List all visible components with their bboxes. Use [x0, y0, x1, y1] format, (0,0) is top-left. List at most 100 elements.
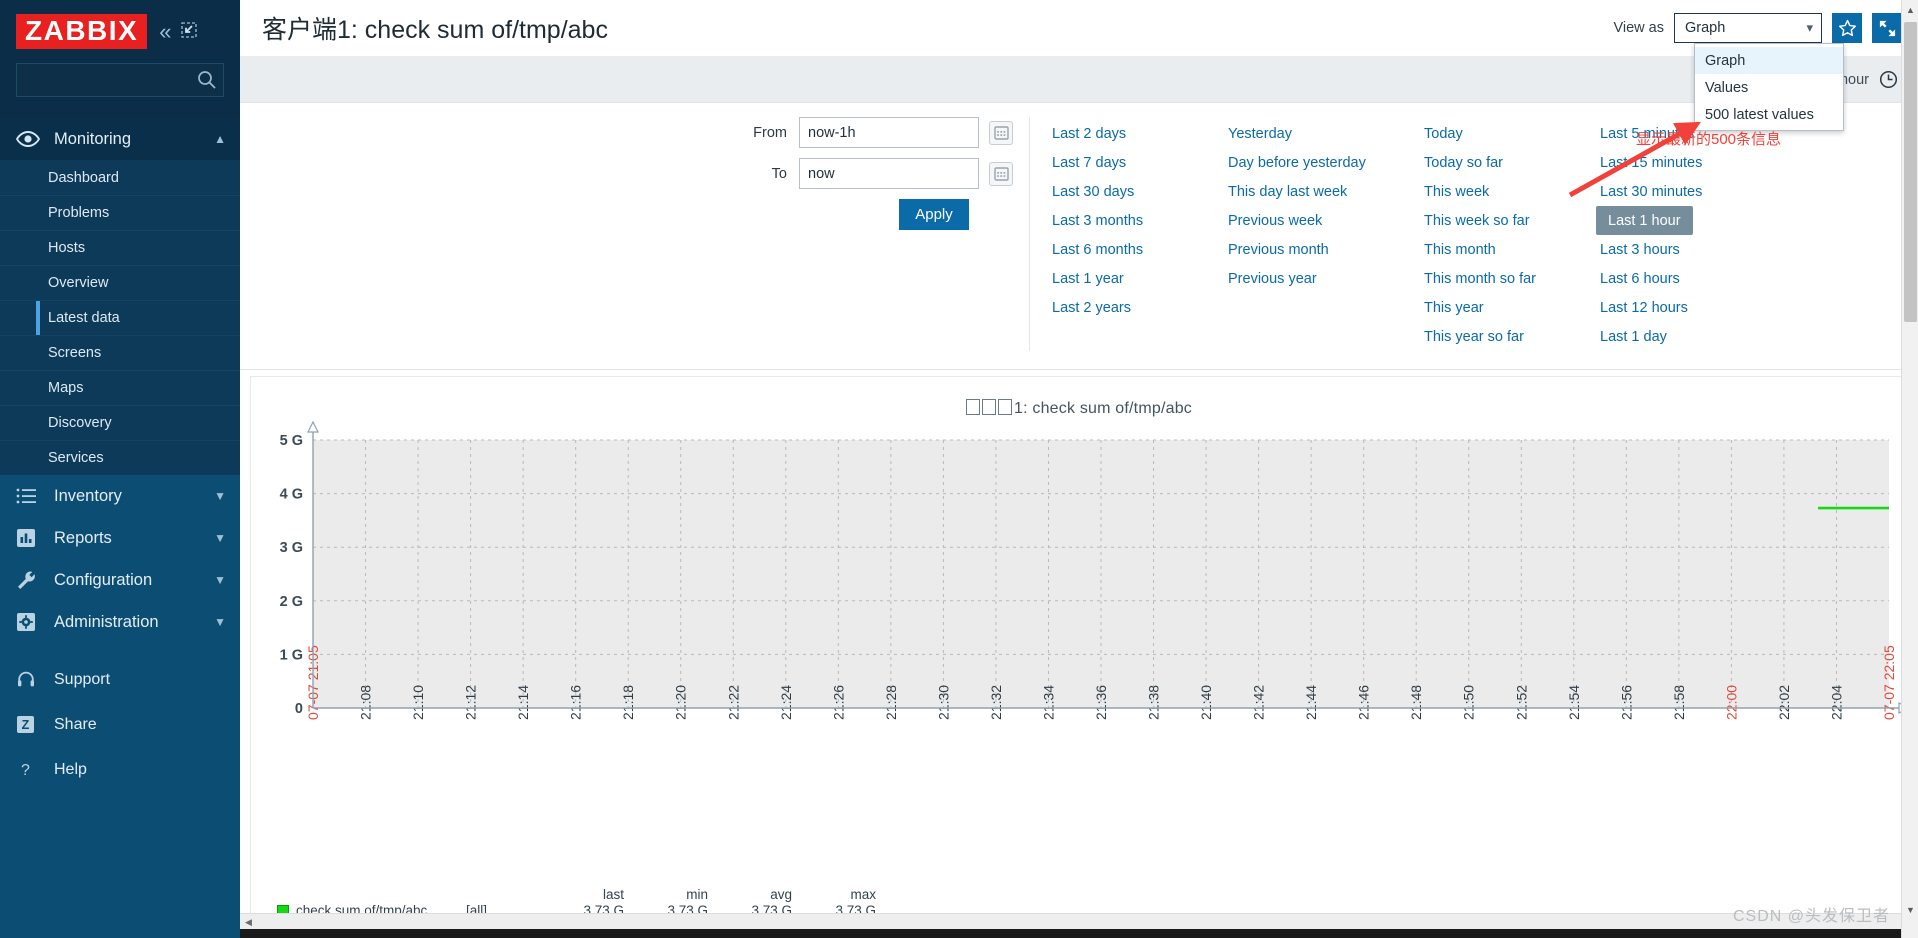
scrollbar-thumb[interactable]	[1904, 22, 1917, 322]
shortcut-label: This month	[1424, 241, 1496, 258]
shortcut-last-12-hours[interactable]: Last 12 hours	[1600, 293, 1776, 322]
view-as-value: Graph	[1685, 20, 1726, 36]
shortcut-last-2-days[interactable]: Last 2 days	[1052, 119, 1228, 148]
shortcut-previous-year[interactable]: Previous year	[1228, 264, 1424, 293]
time-filter-form: From To	[240, 117, 1030, 351]
shortcut-this-year[interactable]: This year	[1424, 293, 1600, 322]
chevron-down-icon: ▼	[214, 573, 226, 587]
from-label: From	[753, 124, 787, 141]
shortcut-this-week[interactable]: This week	[1424, 177, 1600, 206]
shortcut-last-30-minutes[interactable]: Last 30 minutes	[1600, 177, 1776, 206]
shortcut-last-1-hour[interactable]: Last 1 hour	[1596, 206, 1693, 235]
sidebar-item-monitoring[interactable]: Monitoring ▲	[0, 118, 240, 160]
shortcut-label: Last 1 day	[1600, 328, 1667, 345]
shortcut-today-so-far[interactable]: Today so far	[1424, 148, 1600, 177]
shortcut-label: Today	[1424, 125, 1463, 142]
shortcut-this-month[interactable]: This month	[1424, 235, 1600, 264]
sidebar-item-screens[interactable]: Screens	[0, 335, 240, 370]
view-as-select[interactable]: Graph ▾	[1674, 13, 1822, 43]
shortcut-last-6-months[interactable]: Last 6 months	[1052, 235, 1228, 264]
to-input[interactable]	[799, 158, 979, 189]
dropdown-option-500-latest-values[interactable]: 500 latest values	[1695, 101, 1843, 128]
sidebar-item-inventory[interactable]: Inventory ▼	[0, 475, 240, 517]
shortcut-last-15-minutes[interactable]: Last 15 minutes	[1600, 148, 1776, 177]
sidebar-header: ZABBIX «	[0, 0, 240, 118]
shortcut-last-1-year[interactable]: Last 1 year	[1052, 264, 1228, 293]
clock-icon[interactable]	[1879, 70, 1898, 89]
scroll-up-icon[interactable]: ▲	[1902, 0, 1918, 20]
dropdown-option-graph[interactable]: Graph	[1695, 47, 1843, 74]
svg-text:5 G: 5 G	[280, 433, 303, 449]
shortcut-this-day-last-week[interactable]: This day last week	[1228, 177, 1424, 206]
shortcut-label: This year so far	[1424, 328, 1524, 345]
shortcut-today[interactable]: Today	[1424, 119, 1600, 148]
shortcut-last-3-months[interactable]: Last 3 months	[1052, 206, 1228, 235]
eye-icon	[16, 128, 42, 150]
chevron-down-icon: ▼	[214, 615, 226, 629]
shortcut-day-before-yesterday[interactable]: Day before yesterday	[1228, 148, 1424, 177]
shortcut-yesterday[interactable]: Yesterday	[1228, 119, 1424, 148]
sidebar-collapse-icon[interactable]: «	[159, 20, 171, 43]
view-as-dropdown[interactable]: Graph Values 500 latest values	[1694, 43, 1844, 131]
vertical-scrollbar[interactable]: ▲ ▼	[1901, 0, 1918, 938]
shortcut-column-4: Last 5 minutes Last 15 minutes Last 30 m…	[1596, 119, 1776, 351]
svg-text:21:46: 21:46	[1356, 685, 1372, 720]
shortcut-label: Last 15 minutes	[1600, 154, 1703, 171]
chart-canvas[interactable]: 5 G4 G3 G2 G1 G 0 07-07 21:05 21:08 21:10 21:…	[251, 418, 1907, 853]
sidebar-item-problems[interactable]: Problems	[0, 195, 240, 230]
sidebar-item-services[interactable]: Services	[0, 440, 240, 475]
shortcut-last-30-days[interactable]: Last 30 days	[1052, 177, 1228, 206]
dropdown-option-values[interactable]: Values	[1695, 74, 1843, 101]
shortcut-label: Last 6 hours	[1600, 270, 1680, 287]
from-input[interactable]	[799, 117, 979, 148]
sidebar-expand-icon[interactable]	[180, 21, 198, 43]
sidebar-item-latest-data[interactable]: Latest data	[0, 300, 240, 335]
svg-text:21:34: 21:34	[1040, 685, 1056, 720]
dropdown-option-label: 500 latest values	[1705, 106, 1814, 123]
shortcut-this-year-so-far[interactable]: This year so far	[1424, 322, 1600, 351]
sidebar-section-label: Inventory	[54, 486, 122, 505]
shortcut-this-month-so-far[interactable]: This month so far	[1424, 264, 1600, 293]
svg-text:21:10: 21:10	[410, 685, 426, 720]
horizontal-scrollbar[interactable]: ◀ ▶	[240, 913, 1918, 930]
svg-text:21:44: 21:44	[1303, 685, 1319, 720]
to-calendar-icon[interactable]	[989, 161, 1013, 186]
bar-chart-icon	[16, 527, 42, 549]
sidebar-item-dashboard[interactable]: Dashboard	[0, 160, 240, 195]
sidebar-item-help[interactable]: ? Help	[0, 747, 240, 792]
zabbix-logo[interactable]: ZABBIX	[16, 14, 148, 50]
shortcut-last-1-day[interactable]: Last 1 day	[1600, 322, 1776, 351]
search-input[interactable]	[16, 63, 224, 98]
search-icon[interactable]	[196, 69, 217, 90]
shortcut-last-6-hours[interactable]: Last 6 hours	[1600, 264, 1776, 293]
sidebar-item-configuration[interactable]: Configuration ▼	[0, 559, 240, 601]
svg-text:21:42: 21:42	[1251, 685, 1267, 720]
favorite-button[interactable]	[1832, 13, 1862, 43]
sidebar-item-maps[interactable]: Maps	[0, 370, 240, 405]
apply-button[interactable]: Apply	[899, 199, 969, 230]
sidebar-item-support[interactable]: Support	[0, 657, 240, 702]
sidebar-item-share[interactable]: Z Share	[0, 702, 240, 747]
svg-text:22:04: 22:04	[1828, 685, 1844, 720]
shortcut-previous-month[interactable]: Previous month	[1228, 235, 1424, 264]
sidebar-item-administration[interactable]: Administration ▼	[0, 601, 240, 643]
svg-text:22:02: 22:02	[1776, 685, 1792, 720]
shortcut-last-2-years[interactable]: Last 2 years	[1052, 293, 1228, 322]
scroll-down-icon[interactable]: ▼	[1902, 900, 1918, 920]
shortcut-this-week-so-far[interactable]: This week so far	[1424, 206, 1600, 235]
sidebar-item-discovery[interactable]: Discovery	[0, 405, 240, 440]
shortcut-last-3-hours[interactable]: Last 3 hours	[1600, 235, 1776, 264]
sidebar-item-overview[interactable]: Overview	[0, 265, 240, 300]
fullscreen-icon	[1878, 19, 1897, 38]
shortcut-previous-week[interactable]: Previous week	[1228, 206, 1424, 235]
fullscreen-button[interactable]	[1872, 13, 1902, 43]
svg-text:21:30: 21:30	[935, 685, 951, 720]
from-calendar-icon[interactable]	[989, 120, 1013, 145]
svg-text:21:14: 21:14	[515, 685, 531, 720]
sidebar-item-hosts[interactable]: Hosts	[0, 230, 240, 265]
sidebar-item-label: Hosts	[48, 240, 86, 256]
sidebar-item-reports[interactable]: Reports ▼	[0, 517, 240, 559]
shortcut-last-7-days[interactable]: Last 7 days	[1052, 148, 1228, 177]
chart-plot[interactable]: 5 G4 G3 G2 G1 G0 07-07 21:05 21:08 21:10 21:…	[251, 418, 1908, 848]
svg-text:21:48: 21:48	[1408, 685, 1424, 720]
